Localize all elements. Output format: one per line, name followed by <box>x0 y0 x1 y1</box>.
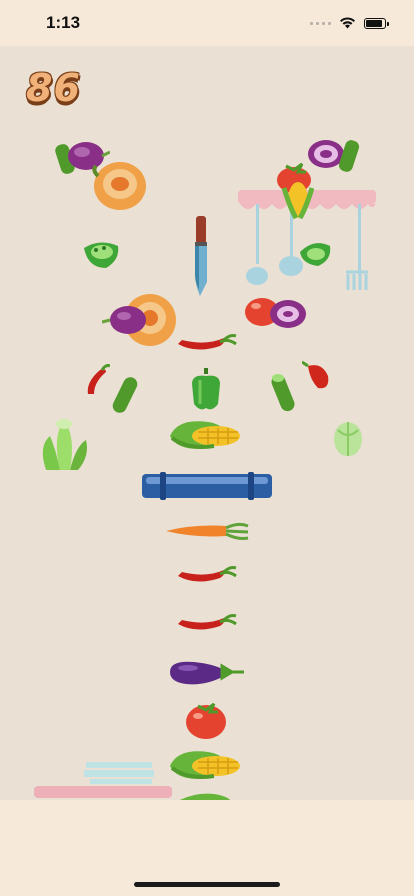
chili-icon[interactable] <box>176 332 238 358</box>
battery-icon <box>364 17 389 29</box>
cucumber-icon[interactable] <box>108 374 144 414</box>
cellular-signal-icon <box>310 21 331 25</box>
chili-icon[interactable] <box>176 612 238 638</box>
onion-icon[interactable] <box>102 302 148 338</box>
chili-icon[interactable] <box>82 364 110 396</box>
green-pepper-slice-icon[interactable] <box>296 238 334 268</box>
wifi-icon <box>340 17 355 29</box>
score-counter: 86 <box>26 66 81 110</box>
game-area[interactable]: 86 <box>0 46 414 800</box>
blue-tray-icon[interactable] <box>140 470 274 502</box>
corn-icon[interactable] <box>282 178 314 220</box>
home-indicator[interactable] <box>134 882 280 887</box>
onion-icon[interactable] <box>266 296 312 332</box>
knife-icon[interactable] <box>190 214 212 298</box>
cucumber-icon[interactable] <box>268 372 300 414</box>
kitchen-counter-decoration <box>34 762 172 798</box>
green-pepper-icon[interactable] <box>188 368 224 412</box>
corn-icon[interactable] <box>168 416 244 454</box>
chili-icon[interactable] <box>176 564 238 590</box>
tomato-icon[interactable] <box>184 696 228 740</box>
carrot-icon[interactable] <box>164 520 250 542</box>
status-icons <box>310 17 389 29</box>
lettuce-icon[interactable] <box>330 420 366 458</box>
green-pepper-slice-icon[interactable] <box>80 238 122 270</box>
corn-icon[interactable] <box>174 792 234 800</box>
red-chili-icon[interactable] <box>302 360 336 396</box>
pumpkin-icon[interactable] <box>90 156 148 214</box>
eggplant-icon[interactable] <box>166 656 246 688</box>
corn-icon[interactable] <box>168 746 244 784</box>
status-time: 1:13 <box>46 13 81 32</box>
status-bar: 1:13 <box>0 0 414 46</box>
bok-choy-icon[interactable] <box>38 416 90 472</box>
